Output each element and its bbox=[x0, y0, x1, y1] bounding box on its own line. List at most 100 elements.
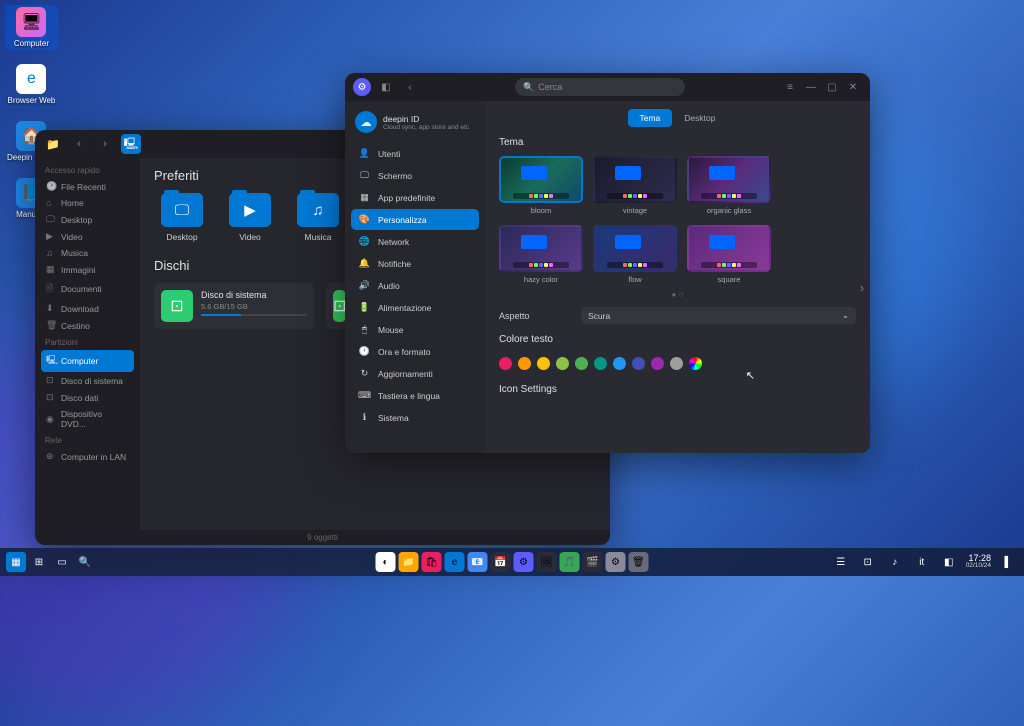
maximize-button[interactable]: ▢ bbox=[823, 78, 841, 96]
workspace-button[interactable]: ⊞ bbox=[29, 552, 49, 572]
taskbar-app[interactable]: e bbox=[445, 552, 465, 572]
color-swatch[interactable] bbox=[537, 357, 550, 370]
taskbar-app[interactable]: 🎵 bbox=[560, 552, 580, 572]
settings-sidebar-item[interactable]: 🌐Network bbox=[351, 231, 479, 252]
settings-tab[interactable]: Desktop bbox=[672, 109, 727, 127]
theme-option-organic-glass[interactable]: organic glass bbox=[687, 156, 771, 215]
cloud-icon: ☁ bbox=[355, 111, 377, 133]
settings-search-input[interactable]: 🔍 Cerca bbox=[515, 78, 685, 96]
fm-folder-video[interactable]: ▶Video bbox=[222, 193, 278, 242]
taskbar-app[interactable]: 🎬 bbox=[583, 552, 603, 572]
taskbar-app[interactable]: 📅 bbox=[491, 552, 511, 572]
clock-date: 02/10/24 bbox=[966, 563, 991, 570]
aspect-select[interactable]: Scura ⌄ bbox=[581, 307, 856, 324]
color-swatch[interactable] bbox=[575, 357, 588, 370]
color-swatch[interactable] bbox=[632, 357, 645, 370]
launcher-button[interactable]: ▦ bbox=[6, 552, 26, 572]
fm-sidebar-item[interactable]: 🕐File Recenti bbox=[41, 178, 134, 195]
taskbar-clock[interactable]: 17:28 02/10/24 bbox=[966, 554, 991, 570]
fm-sidebar-item[interactable]: 🖳Computer bbox=[41, 350, 134, 372]
item-label: Disco di sistema bbox=[61, 376, 123, 386]
fm-sidebar-item[interactable]: 🗑Cestino bbox=[41, 317, 134, 334]
taskbar-app[interactable]: ⚙ bbox=[606, 552, 626, 572]
settings-sidebar-item[interactable]: ℹSistema bbox=[351, 407, 479, 428]
color-swatch[interactable] bbox=[613, 357, 626, 370]
fm-sidebar-item[interactable]: ▶Video bbox=[41, 228, 134, 245]
item-label: Immagini bbox=[61, 265, 95, 275]
fm-folder-musica[interactable]: ♫Musica bbox=[290, 193, 346, 242]
fm-path-button[interactable]: 🖳 bbox=[121, 134, 141, 154]
taskbar-app[interactable]: 🗑 bbox=[629, 552, 649, 572]
tray-item[interactable]: ☰ bbox=[831, 552, 851, 572]
fm-sidebar-item[interactable]: ⌂Home bbox=[41, 195, 134, 211]
settings-sidebar-item[interactable]: 🔊Audio bbox=[351, 275, 479, 296]
fm-sidebar-item[interactable]: ⬇Download bbox=[41, 300, 134, 317]
color-swatch[interactable] bbox=[518, 357, 531, 370]
fm-sidebar-item[interactable]: 🖵Desktop bbox=[41, 211, 134, 228]
disk-name: Disco di sistema bbox=[201, 290, 307, 300]
theme-option-square[interactable]: square bbox=[687, 225, 771, 284]
minimize-button[interactable]: — bbox=[802, 78, 820, 96]
tray-item[interactable]: ♪ bbox=[885, 552, 905, 572]
tray-item[interactable]: ⊡ bbox=[858, 552, 878, 572]
account-section[interactable]: ☁ deepin ID Cloud sync, app store and et… bbox=[351, 107, 479, 137]
taskbar-app[interactable]: ◐ bbox=[376, 552, 396, 572]
folder-icon: ♫ bbox=[297, 193, 339, 227]
taskbar-app[interactable]: 🛍 bbox=[422, 552, 442, 572]
settings-back-button[interactable]: ‹ bbox=[401, 78, 419, 96]
color-swatch[interactable] bbox=[689, 357, 702, 370]
sidebar-item-icon: ↻ bbox=[358, 367, 371, 380]
fm-sidebar-item[interactable]: ⊡Disco dati bbox=[41, 389, 134, 406]
settings-sidebar-item[interactable]: 🖱Mouse bbox=[351, 319, 479, 340]
settings-sidebar-item[interactable]: 🎨Personalizza bbox=[351, 209, 479, 230]
settings-sidebar-item[interactable]: ↻Aggiornamenti bbox=[351, 363, 479, 384]
settings-sidebar-item[interactable]: 🔋Alimentazione bbox=[351, 297, 479, 318]
item-icon: 🗎 bbox=[46, 281, 56, 297]
desktop-icon-computer[interactable]: 🖥Computer bbox=[5, 5, 58, 50]
fm-sidebar-item[interactable]: ⊡Disco di sistema bbox=[41, 372, 134, 389]
fm-sidebar-item[interactable]: ▦Immagini bbox=[41, 261, 134, 278]
sidebar-item-icon: 🌐 bbox=[358, 235, 371, 248]
fm-sidebar-item[interactable]: ⊕Computer in LAN bbox=[41, 448, 134, 465]
chevron-right-icon[interactable]: › bbox=[860, 281, 864, 295]
fm-disk[interactable]: ⊡Disco di sistema5.6 GB/15 GB bbox=[154, 283, 314, 329]
taskbar-app[interactable]: ⚙ bbox=[514, 552, 534, 572]
settings-tab[interactable]: Tema bbox=[628, 109, 673, 127]
tray-item[interactable]: ◧ bbox=[939, 552, 959, 572]
settings-sidebar-item[interactable]: ▦App predefinite bbox=[351, 187, 479, 208]
color-swatch[interactable] bbox=[594, 357, 607, 370]
fm-back-button[interactable]: ‹ bbox=[69, 134, 89, 154]
fm-sidebar-item[interactable]: ◉Dispositivo DVD... bbox=[41, 406, 134, 432]
files-button[interactable]: ▭ bbox=[52, 552, 72, 572]
settings-sidebar-item[interactable]: 🔔Notifiche bbox=[351, 253, 479, 274]
theme-option-flow[interactable]: flow bbox=[593, 225, 677, 284]
pagination-dots[interactable]: ● ○ bbox=[499, 290, 856, 299]
theme-option-bloom[interactable]: bloom bbox=[499, 156, 583, 215]
taskbar-app[interactable]: 📁 bbox=[399, 552, 419, 572]
taskbar-search-button[interactable]: 🔍 bbox=[75, 552, 95, 572]
item-icon: 🕐 bbox=[46, 181, 56, 192]
theme-preview bbox=[687, 156, 771, 203]
settings-sidebar-item[interactable]: 👤Utenti bbox=[351, 143, 479, 164]
theme-option-hazy-color[interactable]: hazy color bbox=[499, 225, 583, 284]
theme-option-vintage[interactable]: vintage bbox=[593, 156, 677, 215]
color-swatch[interactable] bbox=[556, 357, 569, 370]
settings-sidebar-item[interactable]: 🖵Schermo bbox=[351, 165, 479, 186]
settings-sidebar-item[interactable]: ⌨Tastiera e lingua bbox=[351, 385, 479, 406]
sidebar-toggle-icon[interactable]: ◧ bbox=[377, 78, 395, 96]
fm-sidebar-item[interactable]: ♫Musica bbox=[41, 245, 134, 261]
color-swatch[interactable] bbox=[670, 357, 683, 370]
show-desktop-button[interactable]: ▌ bbox=[998, 552, 1018, 572]
fm-sidebar-item[interactable]: 🗎Documenti bbox=[41, 278, 134, 300]
settings-sidebar-item[interactable]: 🕐Ora e formato bbox=[351, 341, 479, 362]
taskbar-app[interactable]: 📧 bbox=[468, 552, 488, 572]
taskbar-app[interactable]: 🖼 bbox=[537, 552, 557, 572]
desktop-icon-browser[interactable]: eBrowser Web bbox=[5, 62, 58, 107]
tray-item[interactable]: it bbox=[912, 552, 932, 572]
fm-forward-button[interactable]: › bbox=[95, 134, 115, 154]
close-button[interactable]: ✕ bbox=[844, 78, 862, 96]
color-swatch[interactable] bbox=[499, 357, 512, 370]
fm-folder-desktop[interactable]: 🖵Desktop bbox=[154, 193, 210, 242]
color-swatch[interactable] bbox=[651, 357, 664, 370]
menu-button[interactable]: ≡ bbox=[781, 78, 799, 96]
